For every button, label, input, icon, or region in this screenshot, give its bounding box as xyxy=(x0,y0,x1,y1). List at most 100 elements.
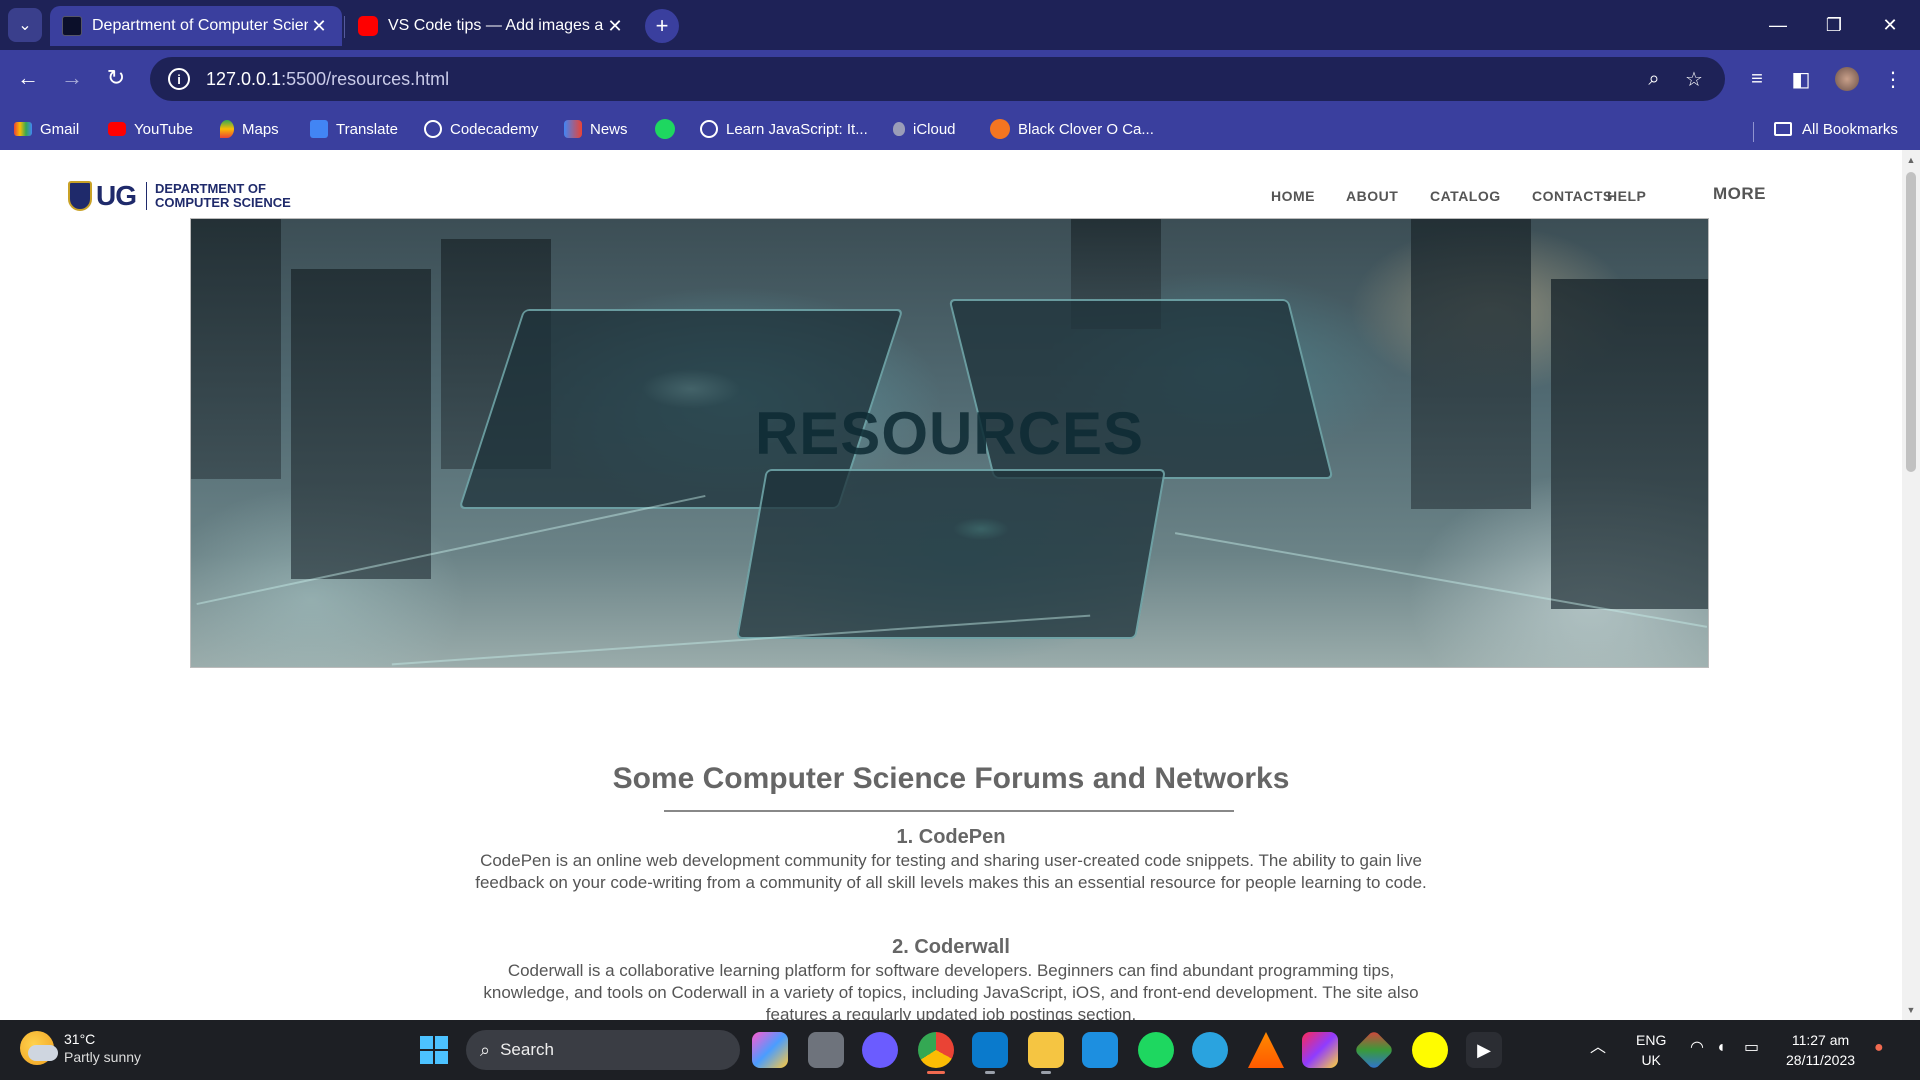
clock[interactable]: 11:27 am 28/11/2023 xyxy=(1786,1030,1855,1070)
page-scrollbar[interactable]: ▲ ▼ xyxy=(1902,150,1920,1020)
back-button[interactable]: ← xyxy=(10,60,46,96)
nav-contacts[interactable]: CONTACTS xyxy=(1532,188,1613,204)
language-indicator[interactable]: ENG UK xyxy=(1636,1030,1666,1070)
page-viewport: UG DEPARTMENT OF COMPUTER SCIENCE HOME A… xyxy=(0,150,1902,1020)
taskbar-search[interactable]: ⌕ Search xyxy=(466,1030,740,1070)
scrollbar-thumb[interactable] xyxy=(1906,172,1916,472)
bookmarks-bar: Gmail YouTube Maps Translate Codecademy … xyxy=(0,108,1920,150)
zoom-icon[interactable]: ⌕ xyxy=(1640,65,1668,93)
bookmark-youtube[interactable]: YouTube xyxy=(108,116,193,142)
bookmark-learn-javascript[interactable]: Learn JavaScript: It... xyxy=(700,116,868,142)
browser-toolbar: ← → ↻ i 127.0.0.1:5500/resources.html ⌕ … xyxy=(0,50,1920,108)
bookmark-gmail[interactable]: Gmail xyxy=(14,116,79,142)
tab-title: Department of Computer Science xyxy=(92,17,308,34)
kebab-menu-icon[interactable]: ⋮ xyxy=(1876,62,1910,96)
new-tab-button[interactable]: + xyxy=(645,9,679,43)
clock-date: 28/11/2023 xyxy=(1786,1052,1856,1068)
close-window-button[interactable]: ✕ xyxy=(1862,0,1918,50)
weather-desc: Partly sunny xyxy=(64,1049,142,1065)
plus-icon: + xyxy=(655,13,669,38)
copilot-app-icon[interactable] xyxy=(752,1032,788,1068)
media-control-icon[interactable]: ≡ xyxy=(1740,62,1774,96)
wifi-icon[interactable]: ◠ xyxy=(1690,1038,1704,1058)
weather-widget[interactable]: 31°C Partly sunny xyxy=(20,1030,141,1066)
minimize-button[interactable]: — xyxy=(1750,0,1806,50)
resource-title-coderwall: 2. Coderwall xyxy=(892,936,1010,958)
bookmark-news[interactable]: News xyxy=(564,116,628,142)
store-app-icon[interactable] xyxy=(1082,1032,1118,1068)
logo-department-text: DEPARTMENT OF COMPUTER SCIENCE xyxy=(155,181,291,210)
tab-vscode-tips[interactable]: VS Code tips — Add images and ✕ xyxy=(346,6,638,46)
tab-department[interactable]: Department of Computer Science ✕ xyxy=(50,6,342,46)
battery-icon[interactable]: ▭ xyxy=(1744,1038,1759,1058)
teams-chat-icon[interactable] xyxy=(862,1032,898,1068)
reload-button[interactable]: ↻ xyxy=(98,60,134,96)
bookmark-codecademy[interactable]: Codecademy xyxy=(424,116,538,142)
globe-icon xyxy=(700,120,718,138)
folder-icon xyxy=(1774,122,1792,136)
restore-icon: ❐ xyxy=(1825,14,1843,35)
nav-help[interactable]: HELP xyxy=(1607,188,1646,204)
bookmark-star-icon[interactable]: ☆ xyxy=(1680,65,1708,93)
bookmark-spotify[interactable] xyxy=(655,116,683,142)
site-info-icon[interactable]: i xyxy=(168,68,190,90)
clock-time: 11:27 am xyxy=(1791,1032,1850,1048)
media-player-app-icon[interactable]: ▶ xyxy=(1466,1032,1502,1068)
side-panel-icon[interactable]: ◧ xyxy=(1784,62,1818,96)
restore-button[interactable]: ❐ xyxy=(1806,0,1862,50)
profile-avatar[interactable] xyxy=(1830,62,1864,96)
scroll-down-icon[interactable]: ▼ xyxy=(1902,1002,1920,1018)
snapchat-app-icon[interactable] xyxy=(1412,1032,1448,1068)
telegram-app-icon[interactable] xyxy=(1192,1032,1228,1068)
nav-more[interactable]: MORE xyxy=(1713,184,1766,204)
bookmarks-separator xyxy=(1753,122,1754,142)
site-logo[interactable]: UG DEPARTMENT OF COMPUTER SCIENCE xyxy=(68,180,291,212)
scroll-up-icon[interactable]: ▲ xyxy=(1902,152,1920,168)
hero-banner: RESOURCES xyxy=(190,218,1709,668)
gmail-icon xyxy=(14,122,32,136)
hero-circuit-trace xyxy=(196,494,706,606)
chevron-up-icon[interactable]: ︿ xyxy=(1590,1038,1606,1058)
intellij-app-icon[interactable] xyxy=(1302,1032,1338,1068)
tab-divider xyxy=(344,16,345,38)
resource-body-codepen: CodePen is an online web development com… xyxy=(475,851,1427,892)
tab-search-button[interactable]: ⌄ xyxy=(8,8,42,42)
task-view-icon[interactable] xyxy=(808,1032,844,1068)
nav-catalog[interactable]: CATALOG xyxy=(1430,188,1501,204)
bookmark-black-clover[interactable]: Black Clover O Ca... xyxy=(990,116,1154,142)
forward-button[interactable]: → xyxy=(54,60,90,96)
git-tool-app-icon[interactable] xyxy=(1353,1029,1395,1071)
nav-about[interactable]: ABOUT xyxy=(1346,188,1398,204)
site-favicon-icon xyxy=(62,16,82,36)
tab-title: VS Code tips — Add images and xyxy=(388,17,604,34)
crunchyroll-icon xyxy=(990,119,1010,139)
bookmark-maps[interactable]: Maps xyxy=(220,116,279,142)
reload-icon: ↻ xyxy=(106,65,126,90)
section-divider xyxy=(664,810,1234,812)
chrome-app-icon[interactable] xyxy=(918,1032,954,1074)
hero-title: RESOURCES xyxy=(754,400,1145,467)
resource-title-codepen: 1. CodePen xyxy=(896,826,1006,848)
close-tab-icon[interactable]: ✕ xyxy=(308,16,330,37)
nav-home[interactable]: HOME xyxy=(1271,188,1315,204)
all-bookmarks-button[interactable]: All Bookmarks xyxy=(1774,116,1898,142)
start-button[interactable] xyxy=(420,1036,448,1064)
search-icon: ⌕ xyxy=(480,1039,491,1060)
bookmark-translate[interactable]: Translate xyxy=(310,116,398,142)
close-tab-icon[interactable]: ✕ xyxy=(604,16,626,37)
hero-circuit-chip xyxy=(736,469,1166,639)
address-bar[interactable]: i 127.0.0.1:5500/resources.html ⌕ ☆ xyxy=(150,57,1725,101)
vlc-app-icon[interactable] xyxy=(1248,1032,1284,1068)
apple-icon xyxy=(893,122,905,136)
spotify-app-icon[interactable] xyxy=(1138,1032,1174,1068)
logo-ug-text: UG xyxy=(96,180,137,211)
notification-bell-icon[interactable]: ● xyxy=(1874,1038,1884,1058)
vscode-app-icon[interactable] xyxy=(972,1032,1008,1074)
volume-icon[interactable]: ◖ xyxy=(1716,1038,1726,1058)
windows-logo-icon xyxy=(420,1036,433,1049)
bookmark-icloud[interactable]: iCloud xyxy=(893,116,956,142)
chevron-down-icon: ⌄ xyxy=(18,17,32,34)
minimize-icon: — xyxy=(1769,14,1787,35)
arrow-left-icon: ← xyxy=(17,65,39,90)
file-explorer-icon[interactable] xyxy=(1028,1032,1064,1074)
